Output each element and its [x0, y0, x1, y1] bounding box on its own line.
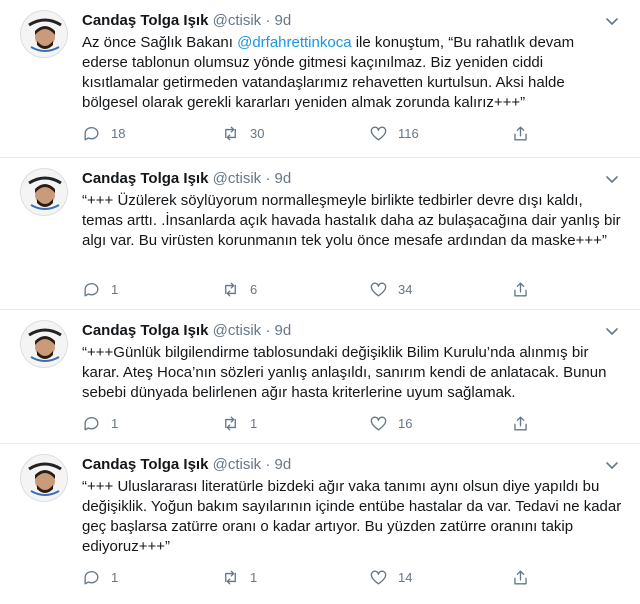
- share-icon: [514, 569, 527, 585]
- tweet-text-part: “+++ Uluslararası literatürle bizdeki ağ…: [82, 478, 622, 555]
- timestamp[interactable]: 9d: [275, 322, 292, 339]
- tweet[interactable]: Candaş Tolga Işık @ctisik · 9d “+++ Ulus…: [0, 444, 640, 604]
- like-icon: [370, 415, 387, 431]
- reply-count: 1: [111, 569, 119, 585]
- like-icon: [370, 569, 387, 585]
- tweet-header: Candaş Tolga Işık @ctisik · 9d: [82, 11, 291, 30]
- share-button[interactable]: [511, 279, 540, 299]
- avatar[interactable]: [20, 168, 68, 216]
- timestamp[interactable]: 9d: [275, 456, 292, 473]
- retweet-icon: [225, 281, 236, 297]
- share-button[interactable]: [511, 413, 540, 433]
- reply-icon: [84, 126, 99, 141]
- avatar-image: [21, 455, 67, 501]
- author-handle[interactable]: @ctisik: [213, 456, 262, 473]
- mention-link[interactable]: @drfahrettinkoca: [237, 34, 351, 51]
- like-button[interactable]: 16: [369, 413, 412, 433]
- retweet-count: 30: [250, 125, 265, 141]
- tweet-text: “+++ Üzülerek söylüyorum normalleşmeyle …: [82, 191, 622, 251]
- author-name[interactable]: Candaş Tolga Işık: [82, 322, 208, 339]
- avatar-image: [21, 11, 67, 57]
- timestamp[interactable]: 9d: [275, 170, 292, 187]
- share-icon: [514, 415, 527, 431]
- author-handle[interactable]: @ctisik: [213, 322, 262, 339]
- reply-icon: [84, 416, 99, 431]
- retweet-icon: [225, 569, 236, 585]
- like-count: 116: [398, 125, 419, 141]
- tweet-text: Az önce Sağlık Bakanı @drfahrettinkoca i…: [82, 33, 622, 113]
- author-handle[interactable]: @ctisik: [213, 170, 262, 187]
- chevron-down-icon[interactable]: [604, 171, 620, 187]
- author-name[interactable]: Candaş Tolga Işık: [82, 456, 208, 473]
- share-icon: [514, 125, 527, 141]
- tweet-text: “+++Günlük bilgilendirme tablosundaki de…: [82, 343, 622, 403]
- share-icon: [514, 281, 527, 297]
- tweet[interactable]: Candaş Tolga Işık @ctisik · 9d “+++ Üzül…: [0, 158, 640, 310]
- tweet-actions: 18 30 116: [82, 123, 552, 143]
- reply-button[interactable]: 1: [82, 279, 118, 299]
- reply-count: 1: [111, 281, 119, 297]
- retweet-button[interactable]: 1: [221, 413, 257, 433]
- chevron-down-icon[interactable]: [604, 457, 620, 473]
- reply-icon: [84, 570, 99, 585]
- like-count: 16: [398, 415, 413, 431]
- retweet-button[interactable]: 30: [221, 123, 264, 143]
- tweet-text-part: “+++Günlük bilgilendirme tablosundaki de…: [82, 344, 607, 401]
- reply-button[interactable]: 18: [82, 123, 125, 143]
- avatar-image: [21, 169, 67, 215]
- timestamp[interactable]: 9d: [275, 12, 292, 29]
- tweet[interactable]: Candaş Tolga Işık @ctisik · 9d “+++Günlü…: [0, 310, 640, 444]
- reply-icon: [84, 282, 99, 297]
- author-name[interactable]: Candaş Tolga Işık: [82, 170, 208, 187]
- avatar[interactable]: [20, 454, 68, 502]
- author-handle[interactable]: @ctisik: [213, 12, 262, 29]
- separator: ·: [265, 456, 271, 473]
- separator: ·: [265, 322, 271, 339]
- like-count: 34: [398, 281, 413, 297]
- chevron-down-icon[interactable]: [604, 13, 620, 29]
- tweet-actions: 1 1 14: [82, 567, 552, 587]
- tweet-text-part: “+++ Üzülerek söylüyorum normalleşmeyle …: [82, 192, 621, 249]
- share-button[interactable]: [511, 123, 540, 143]
- retweet-button[interactable]: 6: [221, 279, 257, 299]
- tweet-actions: 1 1 16: [82, 413, 552, 433]
- retweet-icon: [225, 125, 236, 141]
- chevron-down-icon[interactable]: [604, 323, 620, 339]
- tweet[interactable]: Candaş Tolga Işık @ctisik · 9d Az önce S…: [0, 0, 640, 158]
- retweet-count: 1: [250, 569, 258, 585]
- retweet-count: 1: [250, 415, 258, 431]
- tweet-actions: 1 6 34: [82, 279, 552, 299]
- tweet-header: Candaş Tolga Işık @ctisik · 9d: [82, 455, 291, 474]
- retweet-button[interactable]: 1: [221, 567, 257, 587]
- like-icon: [370, 125, 387, 141]
- retweet-count: 6: [250, 281, 258, 297]
- tweet-feed: Candaş Tolga Işık @ctisik · 9d Az önce S…: [0, 0, 640, 604]
- like-count: 14: [398, 569, 413, 585]
- reply-button[interactable]: 1: [82, 567, 118, 587]
- like-icon: [370, 281, 387, 297]
- avatar[interactable]: [20, 10, 68, 58]
- tweet-text-part: Az önce Sağlık Bakanı: [82, 34, 238, 51]
- like-button[interactable]: 116: [369, 123, 419, 143]
- retweet-icon: [225, 415, 236, 431]
- reply-button[interactable]: 1: [82, 413, 118, 433]
- like-button[interactable]: 14: [369, 567, 412, 587]
- avatar[interactable]: [20, 320, 68, 368]
- tweet-text: “+++ Uluslararası literatürle bizdeki ağ…: [82, 477, 622, 557]
- like-button[interactable]: 34: [369, 279, 412, 299]
- author-name[interactable]: Candaş Tolga Işık: [82, 12, 208, 29]
- tweet-header: Candaş Tolga Işık @ctisik · 9d: [82, 321, 291, 340]
- reply-count: 1: [111, 415, 119, 431]
- tweet-header: Candaş Tolga Işık @ctisik · 9d: [82, 169, 291, 188]
- reply-count: 18: [111, 125, 126, 141]
- separator: ·: [265, 170, 271, 187]
- share-button[interactable]: [511, 567, 540, 587]
- avatar-image: [21, 321, 67, 367]
- separator: ·: [265, 12, 271, 29]
